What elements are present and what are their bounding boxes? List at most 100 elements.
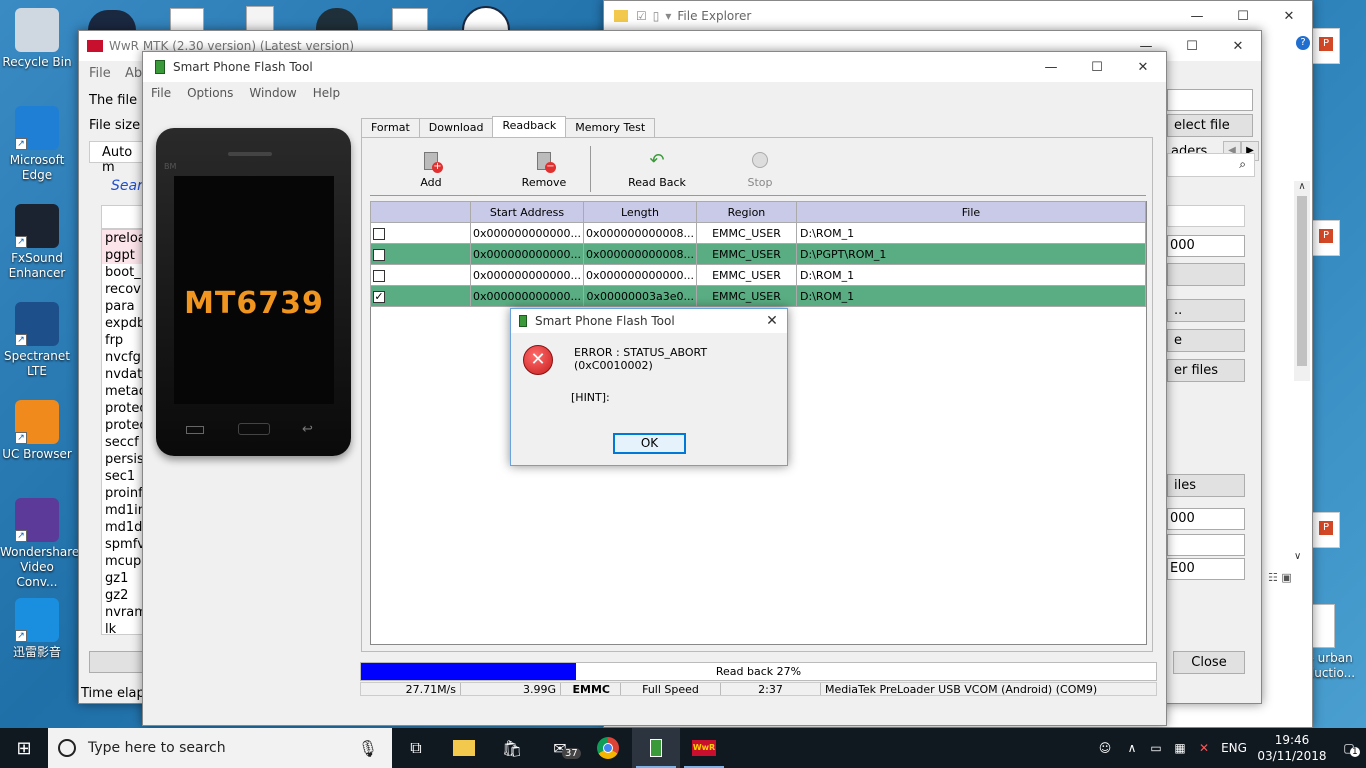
tab-download[interactable]: Download — [418, 118, 494, 137]
row-checkbox-cell — [370, 222, 471, 244]
search-icon[interactable]: ⌕ — [1167, 153, 1255, 177]
menu-help[interactable]: Help — [313, 86, 340, 100]
action-center-icon[interactable]: ▢ 1 — [1332, 741, 1366, 757]
value-field[interactable]: 000 — [1167, 235, 1245, 257]
row-checkbox[interactable] — [373, 269, 385, 282]
pptx-file-icon[interactable]: P — [1312, 220, 1340, 256]
close-button[interactable]: Close — [1173, 651, 1245, 674]
clock[interactable]: 19:46 03/11/2018 — [1252, 732, 1332, 764]
select-file-button[interactable]: elect file — [1167, 114, 1253, 137]
minimize-button[interactable]: — — [1174, 1, 1220, 31]
auto-mode-tab[interactable]: Auto m — [89, 141, 149, 175]
table-row[interactable]: 0x000000000000... 0x000000000008... EMMC_U… — [370, 222, 1147, 244]
show-hidden-icons[interactable]: ∧ — [1120, 741, 1144, 755]
tab-memory-test[interactable]: Memory Test — [565, 118, 656, 137]
desktop-icon[interactable]: Recycle Bin — [0, 8, 74, 70]
close-icon[interactable]: ✕ — [757, 313, 787, 329]
scrollbar[interactable]: ∧ — [1294, 181, 1310, 381]
close-button[interactable]: ✕ — [1266, 1, 1312, 31]
taskbar-flash-tool[interactable] — [632, 728, 680, 768]
table-row[interactable]: ✓ 0x000000000000... 0x00000003a3e0... EMMC_… — [370, 285, 1147, 307]
read-back-button[interactable]: ↶ Read Back — [622, 152, 692, 190]
dialog-titlebar[interactable]: Smart Phone Flash Tool ✕ — [511, 309, 787, 333]
taskbar-wwr[interactable]: WwR — [680, 728, 728, 768]
action-button[interactable] — [89, 651, 149, 673]
close-button[interactable]: ✕ — [1215, 31, 1261, 61]
maximize-button[interactable]: ☐ — [1074, 52, 1120, 82]
shortcut-arrow-icon: ↗ — [15, 334, 27, 346]
taskbar-file-explorer[interactable] — [440, 728, 488, 768]
help-icon[interactable]: ? — [1296, 36, 1310, 50]
value-field[interactable]: 000 — [1167, 508, 1245, 530]
power-icon[interactable]: ▭ — [1144, 741, 1168, 755]
search-link[interactable]: Sear — [111, 178, 143, 194]
scroll-thumb[interactable] — [1297, 196, 1307, 366]
menu-options[interactable]: Options — [187, 86, 233, 100]
volume-muted-icon[interactable]: ✕ — [1192, 741, 1216, 755]
column-header[interactable]: Length — [582, 201, 697, 223]
loader-files-button[interactable]: er files — [1167, 359, 1245, 382]
folder-icon — [453, 740, 475, 756]
column-header[interactable]: File — [795, 201, 1147, 223]
taskbar-mail[interactable]: ✉ 37 — [536, 728, 584, 768]
file-explorer-titlebar[interactable]: ☑ ▯ ▾ File Explorer — ☐ ✕ — [604, 1, 1312, 31]
quick-access-icon[interactable]: ☑ — [636, 9, 647, 23]
stop-button[interactable]: Stop — [740, 152, 780, 189]
files-button[interactable]: iles — [1167, 474, 1245, 497]
desktop-icon[interactable]: ↗ UC Browser — [0, 400, 74, 462]
desktop-icon[interactable]: ↗ FxSound Enhancer — [0, 204, 74, 281]
row-checkbox[interactable]: ✓ — [373, 290, 385, 303]
file-path-field[interactable] — [1167, 89, 1253, 111]
error-dialog[interactable]: Smart Phone Flash Tool ✕ ✕ ERROR : STATU… — [510, 308, 788, 466]
xunlei-icon: ↗ — [15, 598, 59, 642]
flash-tool-titlebar[interactable]: Smart Phone Flash Tool — ☐ ✕ — [143, 52, 1166, 82]
pptx-file-icon[interactable]: P — [1312, 28, 1340, 64]
properties-icon[interactable]: ▯ — [653, 9, 660, 23]
taskbar-store[interactable]: 🛍 — [488, 728, 536, 768]
value-field[interactable]: E00 — [1167, 558, 1245, 580]
search-box[interactable]: Type here to search 🎙 — [48, 728, 392, 768]
windows-icon: ⊞ — [16, 737, 32, 759]
action-button[interactable]: e — [1167, 329, 1245, 352]
details-view-icon[interactable]: ☷ ▣ — [1268, 571, 1292, 584]
customize-toolbar-icon[interactable]: ▾ — [665, 9, 671, 23]
close-button[interactable]: ✕ — [1120, 52, 1166, 82]
minimize-button[interactable]: — — [1028, 52, 1074, 82]
action-button[interactable] — [1167, 263, 1245, 286]
maximize-button[interactable]: ☐ — [1220, 1, 1266, 31]
browse-button[interactable]: .. — [1167, 299, 1245, 322]
ok-button[interactable]: OK — [613, 433, 686, 454]
people-icon[interactable]: ☺ — [1090, 741, 1120, 755]
microphone-icon[interactable]: 🎙 — [358, 739, 378, 758]
column-header[interactable] — [370, 201, 471, 223]
desktop-icon[interactable]: ↗ 迅雷影音 — [0, 598, 74, 660]
menu-window[interactable]: Window — [249, 86, 296, 100]
column-header[interactable]: Start Address — [470, 201, 584, 223]
tab-readback[interactable]: Readback — [492, 116, 567, 137]
column-header[interactable]: Region — [695, 201, 797, 223]
taskbar-chrome[interactable] — [584, 728, 632, 768]
language-indicator[interactable]: ENG — [1216, 741, 1252, 755]
tab-format[interactable]: Format — [361, 118, 420, 137]
network-icon[interactable]: ▦ — [1168, 741, 1192, 755]
desktop-icon[interactable]: ↗ Spectranet LTE — [0, 302, 74, 379]
input-field[interactable] — [1167, 534, 1245, 556]
input-field[interactable] — [1167, 205, 1245, 227]
table-row[interactable]: 0x000000000000... 0x000000000008... EMMC_U… — [370, 243, 1147, 265]
row-checkbox[interactable] — [373, 248, 385, 261]
pptx-file-icon[interactable]: P — [1312, 512, 1340, 548]
scroll-down-icon[interactable]: ∨ — [1294, 551, 1301, 562]
start-button[interactable]: ⊞ — [0, 728, 48, 768]
maximize-button[interactable]: ☐ — [1169, 31, 1215, 61]
desktop-icon[interactable]: ↗ Wondershare Video Conv... — [0, 498, 79, 590]
scroll-up-icon[interactable]: ∧ — [1294, 181, 1310, 192]
row-checkbox[interactable] — [373, 227, 385, 240]
task-view-button[interactable]: ⧉ — [392, 728, 440, 768]
menu-about[interactable]: Ab — [125, 66, 142, 81]
menu-file[interactable]: File — [89, 66, 111, 81]
desktop-icon[interactable]: ↗ Microsoft Edge — [0, 106, 74, 183]
add-button[interactable]: + Add — [406, 152, 456, 189]
menu-file[interactable]: File — [151, 86, 171, 100]
remove-button[interactable]: − Remove — [514, 152, 574, 189]
table-row[interactable]: 0x000000000000... 0x000000000000... EMMC_U… — [370, 264, 1147, 286]
